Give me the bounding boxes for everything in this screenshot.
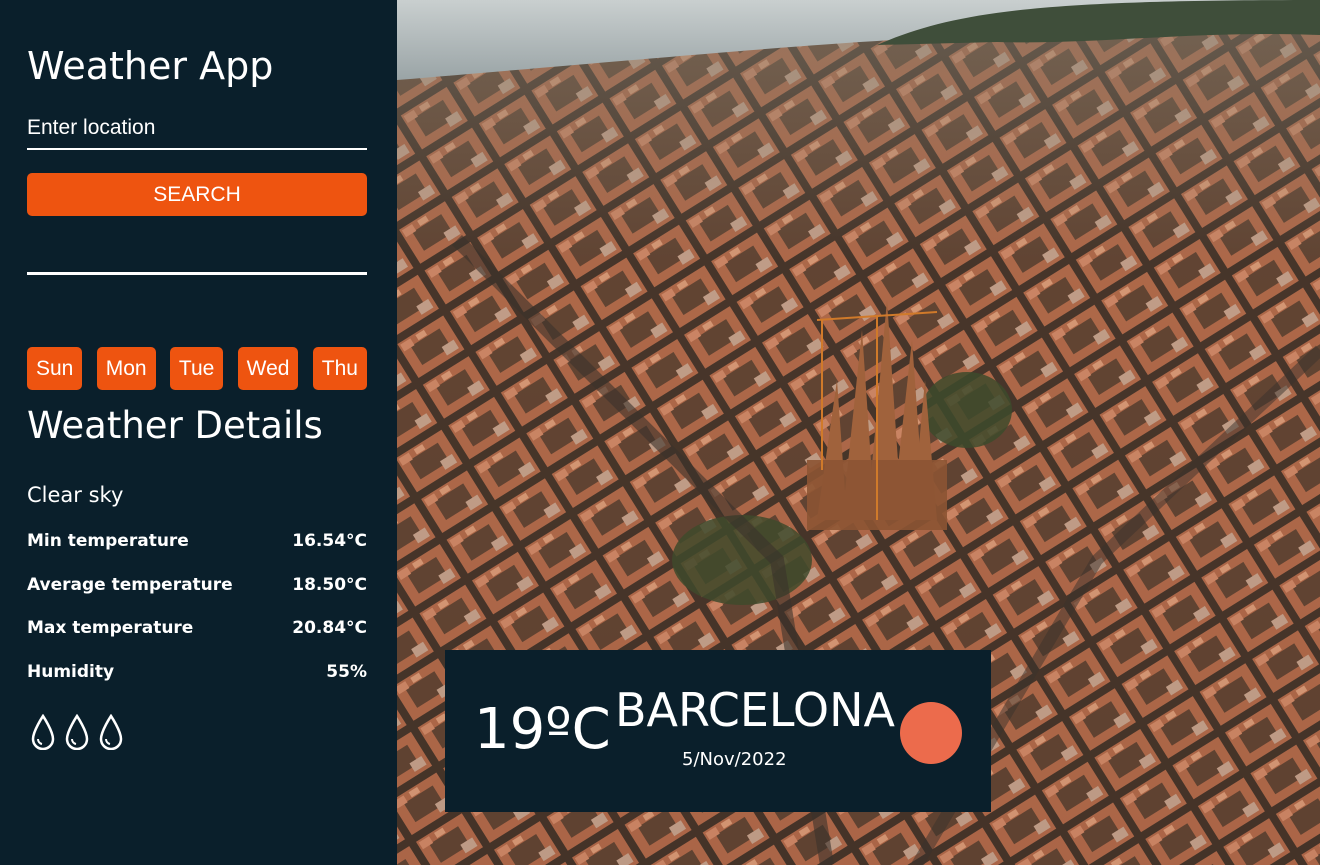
detail-label: Min temperature	[27, 531, 189, 551]
day-button-wed[interactable]: Wed	[237, 347, 299, 390]
detail-row-humidity: Humidity 55%	[27, 662, 367, 682]
detail-row-avg-temp: Average temperature 18.50°C	[27, 575, 367, 595]
detail-row-max-temp: Max temperature 20.84°C	[27, 618, 367, 638]
detail-label: Average temperature	[27, 575, 233, 595]
detail-row-min-temp: Min temperature 16.54°C	[27, 531, 367, 551]
city-name: BARCELONA	[615, 683, 895, 737]
current-weather-card: 19ºC BARCELONA 5/Nov/2022	[445, 650, 991, 812]
day-button-thu[interactable]: Thu	[312, 347, 367, 390]
detail-value: 16.54°C	[292, 531, 367, 551]
droplet-icon	[65, 714, 89, 750]
current-date: 5/Nov/2022	[682, 749, 787, 770]
sidebar: Weather App SEARCH Sun Mon Tue Wed Thu W…	[0, 0, 397, 865]
location-input[interactable]	[27, 108, 367, 150]
sun-icon	[900, 702, 962, 764]
weather-condition: Clear sky	[27, 483, 124, 507]
detail-label: Humidity	[27, 662, 115, 682]
detail-label: Max temperature	[27, 618, 194, 638]
divider	[27, 272, 367, 275]
app-title: Weather App	[27, 44, 274, 88]
detail-value: 55%	[326, 662, 367, 682]
detail-value: 20.84°C	[292, 618, 367, 638]
current-temperature: 19ºC	[474, 697, 611, 762]
droplet-icon	[31, 714, 55, 750]
day-button-sun[interactable]: Sun	[27, 347, 83, 390]
detail-value: 18.50°C	[292, 575, 367, 595]
droplet-icon	[99, 714, 123, 750]
humidity-icons	[30, 714, 124, 750]
search-button[interactable]: SEARCH	[27, 173, 367, 216]
day-button-mon[interactable]: Mon	[96, 347, 156, 390]
day-selector: Sun Mon Tue Wed Thu	[27, 347, 367, 390]
day-button-tue[interactable]: Tue	[169, 347, 224, 390]
weather-details-title: Weather Details	[27, 404, 323, 447]
